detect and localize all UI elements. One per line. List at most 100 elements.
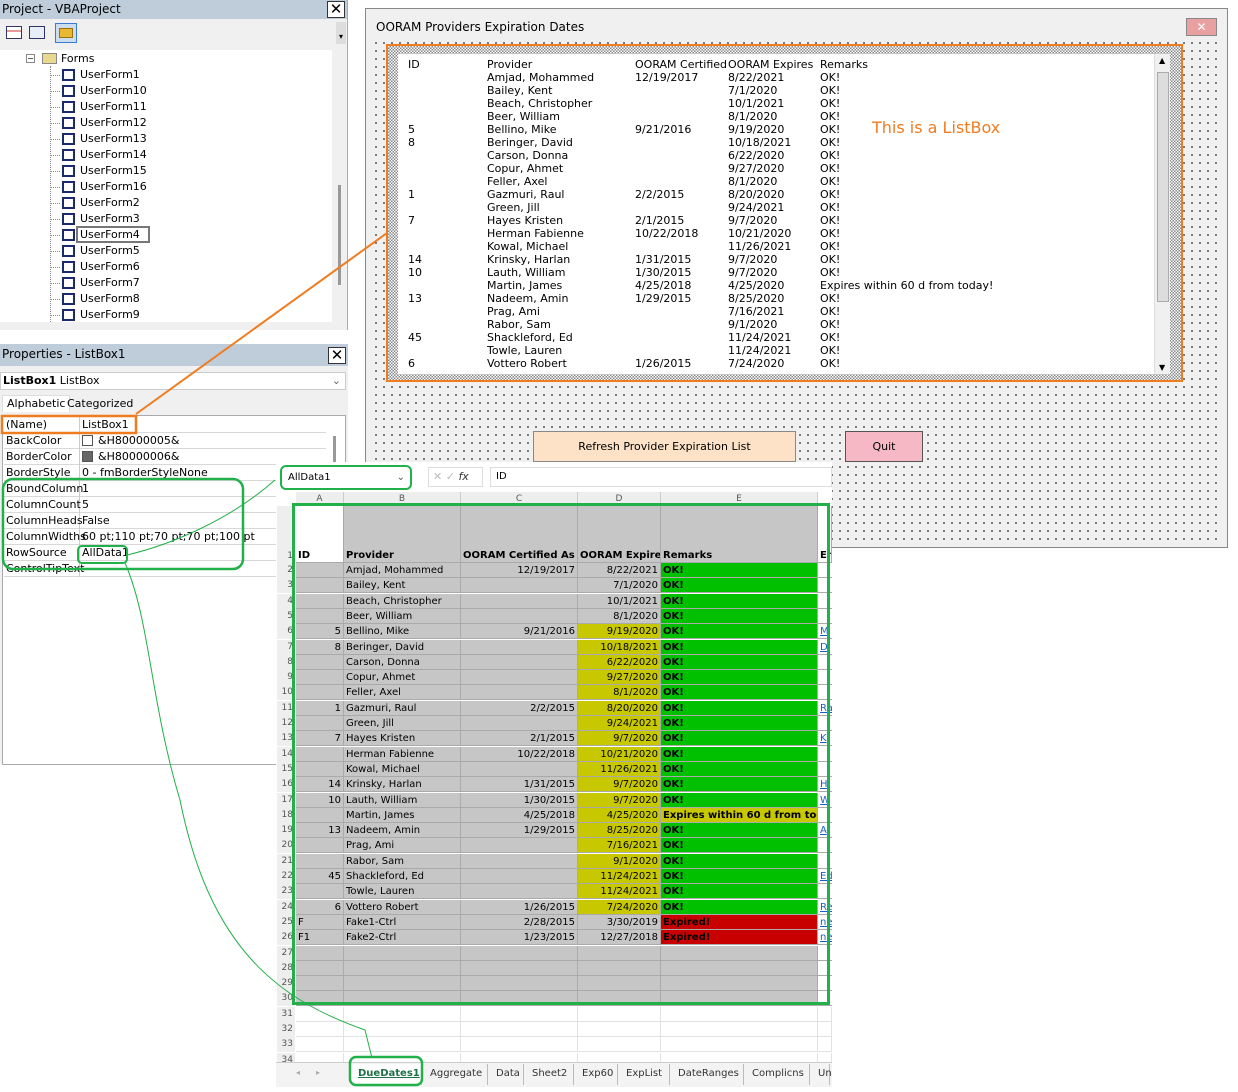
tree-item-userform6[interactable]: UserForm6 bbox=[50, 259, 140, 275]
listbox-row[interactable]: 13 Nadeem, Amin 1/29/2015 8/25/2020 OK! bbox=[398, 292, 1158, 305]
listbox-row[interactable]: 45 Shackleford, Ed 11/24/2021 OK! bbox=[398, 331, 1158, 344]
tree-item-userform15[interactable]: UserForm15 bbox=[50, 163, 147, 179]
sheet-tab-aggregate[interactable]: Aggregate bbox=[422, 1064, 488, 1085]
next-sheet-icon[interactable]: ▸ bbox=[316, 1068, 320, 1077]
sheet-tab-un[interactable]: Un bbox=[810, 1064, 832, 1085]
listbox-row[interactable]: Beach, Christopher 10/1/2021 OK! bbox=[398, 97, 1158, 110]
property-value[interactable]: 0 - fmBorderStyleNone bbox=[82, 465, 208, 480]
listbox-scrollbar[interactable]: ▲ ▼ bbox=[1154, 54, 1170, 374]
tree-scrollbar[interactable] bbox=[334, 50, 346, 322]
listbox-row[interactable]: 1 Gazmuri, Raul 2/2/2015 8/20/2020 OK! bbox=[398, 188, 1158, 201]
empty-cell[interactable] bbox=[461, 1037, 578, 1053]
tab-categorized[interactable]: Categorized bbox=[64, 397, 136, 412]
property-value[interactable]: 5 bbox=[82, 497, 89, 512]
property-value[interactable]: ListBox1 bbox=[82, 417, 129, 432]
empty-cell[interactable] bbox=[818, 1006, 832, 1022]
tree-item-userform13[interactable]: UserForm13 bbox=[50, 131, 147, 147]
property-value[interactable]: &H80000005& bbox=[82, 433, 179, 448]
listbox-row[interactable]: Prag, Ami 7/16/2021 OK! bbox=[398, 305, 1158, 318]
form-close-button[interactable]: ✕ bbox=[1186, 18, 1217, 36]
empty-cell[interactable] bbox=[296, 1006, 344, 1022]
property-value[interactable]: 60 pt;110 pt;70 pt;70 pt;100 pt bbox=[82, 529, 255, 544]
empty-cell[interactable] bbox=[344, 1037, 461, 1053]
empty-cell[interactable] bbox=[461, 1006, 578, 1022]
quit-button[interactable]: Quit bbox=[845, 431, 923, 462]
empty-cell[interactable] bbox=[661, 1022, 818, 1037]
listbox-row[interactable]: 6 Vottero Robert 1/26/2015 7/24/2020 OK! bbox=[398, 357, 1158, 370]
listbox-row[interactable]: 5 Bellino, Mike 9/21/2016 9/19/2020 OK! bbox=[398, 123, 1158, 136]
close-icon[interactable]: ✕ bbox=[328, 347, 346, 364]
sheet-tab-exp60[interactable]: Exp60 bbox=[574, 1064, 618, 1085]
listbox[interactable]: ID Provider OORAM Certified OORAM Expires Re… bbox=[386, 44, 1183, 382]
tree-forms-folder[interactable]: Forms bbox=[61, 51, 94, 67]
close-icon[interactable]: ✕ bbox=[327, 1, 345, 18]
listbox-header-row[interactable]: ID Provider OORAM Certified OORAM Expires Re… bbox=[398, 58, 1158, 71]
toggle-folders-icon[interactable] bbox=[55, 23, 77, 43]
listbox-row[interactable]: Copur, Ahmet 9/27/2020 OK! bbox=[398, 162, 1158, 175]
tree-item-userform8[interactable]: UserForm8 bbox=[50, 291, 140, 307]
tree-item-userform4[interactable]: UserForm4 bbox=[50, 226, 150, 243]
prev-sheet-icon[interactable]: ◂ bbox=[296, 1068, 300, 1077]
tree-item-userform11[interactable]: UserForm11 bbox=[50, 99, 147, 115]
listbox-row[interactable]: 7 Hayes Kristen 2/1/2015 9/7/2020 OK! bbox=[398, 214, 1158, 227]
sheet-tab-explist[interactable]: ExpList bbox=[618, 1064, 670, 1085]
name-box[interactable]: AllData1 ⌄ bbox=[280, 465, 412, 490]
listbox-row[interactable]: Amjad, Mohammed 12/19/2017 8/22/2021 OK! bbox=[398, 71, 1158, 84]
tree-item-userform2[interactable]: UserForm2 bbox=[50, 195, 140, 211]
tree-item-userform12[interactable]: UserForm12 bbox=[50, 115, 147, 131]
sheet-tab-dateranges[interactable]: DateRanges bbox=[670, 1064, 744, 1085]
toolbar-overflow-icon[interactable]: ▾ bbox=[336, 22, 346, 44]
tree-item-userform10[interactable]: UserForm10 bbox=[50, 83, 147, 99]
sheet-tab-data[interactable]: Data bbox=[488, 1064, 524, 1085]
empty-cell[interactable] bbox=[818, 1037, 832, 1053]
sheet-tab-duedates1[interactable]: DueDates1 bbox=[350, 1064, 422, 1085]
row-number[interactable]: 32 bbox=[277, 1022, 295, 1037]
function-icon[interactable]: fx bbox=[458, 470, 468, 483]
empty-cell[interactable] bbox=[661, 1037, 818, 1053]
listbox-row[interactable]: Martin, James 4/25/2018 4/25/2020 Expires w… bbox=[398, 279, 1158, 292]
empty-cell[interactable] bbox=[818, 1022, 832, 1037]
row-number[interactable]: 33 bbox=[277, 1037, 295, 1053]
tree-item-userform7[interactable]: UserForm7 bbox=[50, 275, 140, 291]
empty-cell[interactable] bbox=[461, 1022, 578, 1037]
property-value[interactable]: False bbox=[82, 513, 110, 528]
empty-cell[interactable] bbox=[296, 1037, 344, 1053]
tab-alphabetic[interactable]: Alphabetic bbox=[2, 395, 71, 412]
empty-cell[interactable] bbox=[661, 1006, 818, 1022]
property-value[interactable]: &H80000006& bbox=[82, 449, 179, 464]
listbox-row[interactable]: Carson, Donna 6/22/2020 OK! bbox=[398, 149, 1158, 162]
refresh-button[interactable]: Refresh Provider Expiration List bbox=[533, 431, 796, 462]
listbox-row[interactable]: Herman Fabienne 10/22/2018 10/21/2020 OK! bbox=[398, 227, 1158, 240]
listbox-row[interactable]: 14 Krinsky, Harlan 1/31/2015 9/7/2020 OK! bbox=[398, 253, 1158, 266]
listbox-row[interactable]: Beer, William 8/1/2020 OK! bbox=[398, 110, 1158, 123]
listbox-row[interactable]: 10 Lauth, William 1/30/2015 9/7/2020 OK! bbox=[398, 266, 1158, 279]
empty-cell[interactable] bbox=[344, 1022, 461, 1037]
listbox-row[interactable]: Rabor, Sam 9/1/2020 OK! bbox=[398, 318, 1158, 331]
collapse-icon[interactable]: − bbox=[26, 54, 35, 63]
scroll-thumb[interactable] bbox=[1157, 72, 1169, 302]
tree-item-userform16[interactable]: UserForm16 bbox=[50, 179, 147, 195]
cancel-icon[interactable]: ✕ bbox=[433, 470, 442, 483]
scroll-down-icon[interactable]: ▼ bbox=[1159, 363, 1165, 372]
tree-item-userform3[interactable]: UserForm3 bbox=[50, 211, 140, 227]
tree-item-userform5[interactable]: UserForm5 bbox=[50, 243, 140, 259]
formula-bar[interactable]: ID bbox=[490, 467, 832, 487]
property-row[interactable]: (Name) ListBox1 bbox=[4, 417, 326, 433]
view-code-icon[interactable] bbox=[6, 26, 22, 39]
property-value[interactable]: 1 bbox=[82, 481, 89, 496]
scroll-up-icon[interactable]: ▲ bbox=[1159, 56, 1165, 65]
property-row[interactable]: BackColor &H80000005& bbox=[4, 433, 326, 449]
listbox-row[interactable]: Green, Jill 9/24/2021 OK! bbox=[398, 201, 1158, 214]
sheet-tab-complicns[interactable]: Complicns bbox=[744, 1064, 810, 1085]
object-selector[interactable]: ListBox1 ListBox ⌄ bbox=[0, 372, 346, 390]
empty-cell[interactable] bbox=[344, 1006, 461, 1022]
empty-cell[interactable] bbox=[578, 1006, 661, 1022]
empty-cell[interactable] bbox=[578, 1022, 661, 1037]
listbox-row[interactable]: Feller, Axel 8/1/2020 OK! bbox=[398, 175, 1158, 188]
listbox-row[interactable]: Bailey, Kent 7/1/2020 OK! bbox=[398, 84, 1158, 97]
listbox-row[interactable]: 8 Beringer, David 10/18/2021 OK! bbox=[398, 136, 1158, 149]
sheet-tab-sheet2[interactable]: Sheet2 bbox=[524, 1064, 574, 1085]
property-value[interactable]: AllData1 bbox=[82, 545, 129, 560]
empty-cell[interactable] bbox=[578, 1037, 661, 1053]
view-object-icon[interactable] bbox=[29, 26, 45, 39]
